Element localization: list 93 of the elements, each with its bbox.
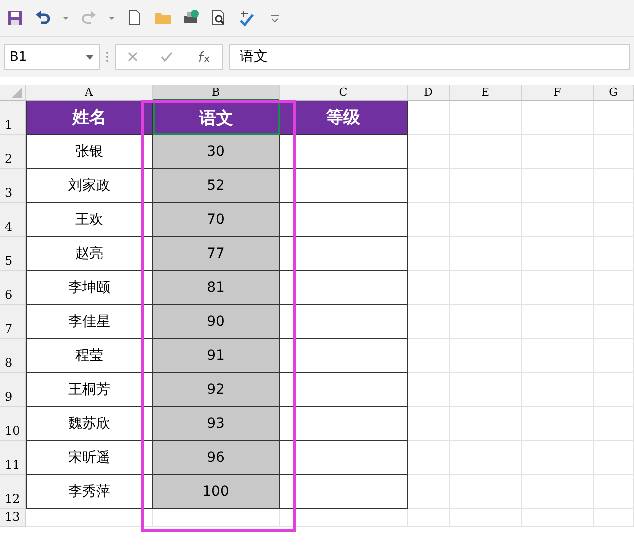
empty-cell: [450, 169, 522, 203]
row-header[interactable]: 5: [0, 237, 26, 271]
empty-cell: [594, 135, 634, 169]
row-header[interactable]: 6: [0, 271, 26, 305]
empty-cell: [522, 407, 594, 441]
column-heading: 等级: [280, 101, 408, 135]
row-header[interactable]: 1: [0, 101, 26, 135]
empty-cell: [408, 203, 450, 237]
formula-input[interactable]: 语文: [229, 44, 630, 70]
empty-cell: [594, 373, 634, 407]
row-header[interactable]: 11: [0, 441, 26, 475]
empty-cell: [450, 475, 522, 509]
column-heading: 姓名: [26, 101, 153, 135]
empty-cell: [522, 441, 594, 475]
empty-cell: [450, 203, 522, 237]
table-cell: 92: [153, 373, 280, 407]
empty-cell: [594, 441, 634, 475]
table-cell: 70: [153, 203, 280, 237]
row-header[interactable]: 2: [0, 135, 26, 169]
empty-cell: [408, 271, 450, 305]
column-header[interactable]: F: [522, 85, 594, 101]
empty-cell: [408, 237, 450, 271]
empty-cell: [522, 203, 594, 237]
empty-cell: [522, 271, 594, 305]
empty-cell: [522, 237, 594, 271]
column-header[interactable]: D: [408, 85, 450, 101]
empty-cell: [594, 339, 634, 373]
empty-cell: [408, 135, 450, 169]
table-cell: 81: [153, 271, 280, 305]
table-cell: 100: [153, 475, 280, 509]
column-heading: 语文: [153, 101, 280, 135]
empty-cell: [522, 509, 594, 527]
column-header[interactable]: B: [153, 85, 280, 101]
empty-cell: [522, 475, 594, 509]
empty-cell: [594, 475, 634, 509]
empty-cell: [522, 305, 594, 339]
empty-cell: [450, 509, 522, 527]
empty-cell: [450, 101, 522, 135]
empty-cell: [450, 271, 522, 305]
table-cell: 91: [153, 339, 280, 373]
column-header[interactable]: C: [280, 85, 408, 101]
row-header[interactable]: 7: [0, 305, 26, 339]
empty-cell: [408, 441, 450, 475]
save-icon[interactable]: [6, 9, 24, 27]
table-cell: 96: [153, 441, 280, 475]
empty-cell: [594, 101, 634, 135]
empty-cell: [594, 509, 634, 527]
table-cell: 30: [153, 135, 280, 169]
table-cell: 77: [153, 237, 280, 271]
empty-cell: [450, 237, 522, 271]
empty-cell: [408, 407, 450, 441]
column-header[interactable]: G: [594, 85, 634, 101]
row-header[interactable]: 3: [0, 169, 26, 203]
row-header[interactable]: 13: [0, 509, 26, 527]
empty-cell: [408, 373, 450, 407]
empty-cell: [594, 271, 634, 305]
empty-cell: [408, 169, 450, 203]
row-header[interactable]: 9: [0, 373, 26, 407]
undo-icon[interactable]: [34, 9, 52, 27]
empty-cell: [408, 305, 450, 339]
table-cell: 93: [153, 407, 280, 441]
empty-cell: [594, 407, 634, 441]
empty-cell: [450, 135, 522, 169]
empty-cell: [522, 135, 594, 169]
name-box[interactable]: B1: [4, 44, 100, 70]
row-header[interactable]: 10: [0, 407, 26, 441]
empty-cell: [450, 407, 522, 441]
empty-cell: [594, 237, 634, 271]
empty-cell: [522, 373, 594, 407]
row-header[interactable]: 8: [0, 339, 26, 373]
table-cell: 52: [153, 169, 280, 203]
dropdown-arrow-icon[interactable]: [86, 54, 94, 60]
row-header[interactable]: 4: [0, 203, 26, 237]
empty-cell: [522, 101, 594, 135]
column-header[interactable]: E: [450, 85, 522, 101]
empty-cell: [408, 339, 450, 373]
empty-cell: [594, 169, 634, 203]
empty-cell: [408, 475, 450, 509]
grip-icon: [106, 51, 109, 63]
empty-cell: [594, 305, 634, 339]
empty-cell: [408, 509, 450, 527]
spellcheck-icon[interactable]: [238, 9, 256, 27]
empty-cell: [450, 373, 522, 407]
column-header[interactable]: A: [26, 85, 153, 101]
table-cell: 90: [153, 305, 280, 339]
empty-cell: [594, 203, 634, 237]
function-icon[interactable]: [196, 51, 210, 63]
row-header[interactable]: 12: [0, 475, 26, 509]
empty-cell: [522, 169, 594, 203]
empty-cell: [522, 339, 594, 373]
empty-cell: [450, 305, 522, 339]
empty-cell: [450, 441, 522, 475]
empty-cell: [450, 339, 522, 373]
